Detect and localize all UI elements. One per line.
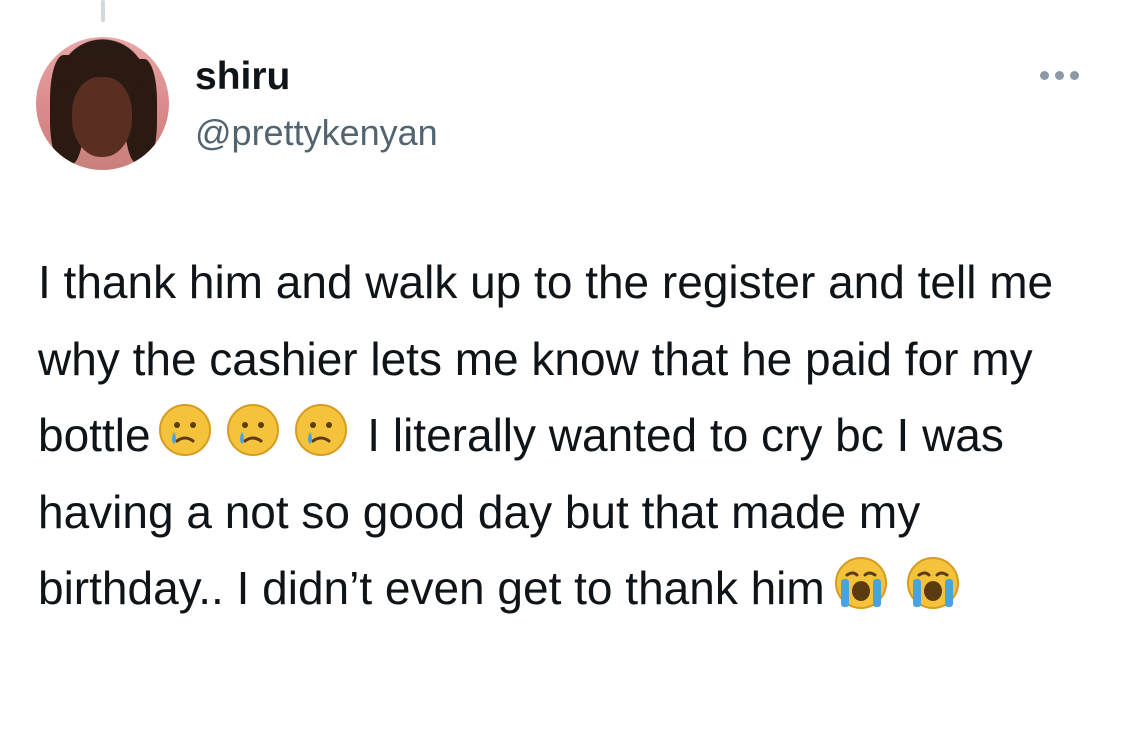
display-name[interactable]: shiru (195, 54, 290, 100)
tweet-text: I thank him and walk up to the register … (38, 244, 1098, 627)
avatar-face (72, 77, 132, 157)
more-dot (1070, 70, 1079, 80)
more-dot (1040, 70, 1049, 80)
more-dot (1055, 70, 1064, 80)
sad-tear-face-icon (158, 404, 211, 456)
loudly-crying-face-icon (834, 557, 887, 609)
more-options-icon[interactable] (1040, 64, 1086, 86)
thread-connector-line (101, 0, 105, 22)
emoji-group-1 (151, 404, 355, 461)
loudly-crying-face-icon (906, 557, 959, 609)
emoji-group-2 (825, 557, 969, 614)
user-handle[interactable]: @prettykenyan (195, 112, 438, 154)
sad-tear-face-icon (294, 404, 347, 456)
avatar[interactable] (36, 37, 169, 170)
sad-tear-face-icon (226, 404, 279, 456)
